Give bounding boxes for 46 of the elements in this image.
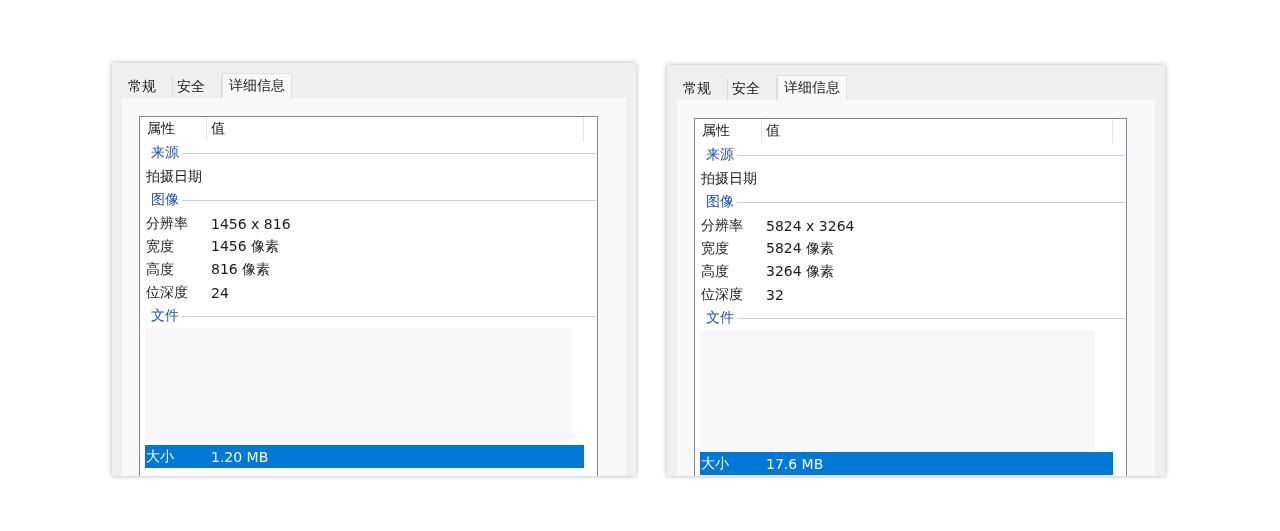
- property-name: 宽度: [700, 239, 730, 258]
- property-name: 分辨率: [145, 214, 189, 233]
- column-header[interactable]: 值: [762, 119, 1113, 143]
- column-header[interactable]: 值: [207, 117, 584, 141]
- property-name: 位深度: [700, 285, 744, 304]
- property-value: 1.20 MB: [211, 448, 269, 465]
- property-value: 5824 x 3264: [766, 217, 855, 234]
- property-value: 17.6 MB: [766, 455, 824, 472]
- property-name: 位深度: [145, 283, 189, 302]
- property-row[interactable]: 高度 816 像素: [145, 258, 584, 281]
- property-name: 高度: [145, 260, 175, 279]
- column-header[interactable]: 属性: [700, 119, 762, 143]
- property-row[interactable]: 高度 3264 像素: [700, 260, 1113, 283]
- group-header: 图像: [706, 193, 734, 211]
- property-row[interactable]: 位深度 24: [145, 281, 584, 304]
- property-row[interactable]: 拍摄日期: [700, 167, 1113, 190]
- property-value: 1456 像素: [211, 237, 280, 256]
- property-name: 大小: [145, 447, 175, 466]
- property-name: 拍摄日期: [700, 169, 758, 188]
- property-value: 32: [766, 286, 784, 303]
- tab[interactable]: 详细信息: [222, 73, 292, 98]
- property-name: 宽度: [145, 237, 175, 256]
- property-name: 大小: [700, 454, 730, 473]
- property-value: 5824 像素: [766, 239, 835, 258]
- property-name: 拍摄日期: [145, 167, 203, 186]
- property-value: 3264 像素: [766, 262, 835, 281]
- property-name: 分辨率: [700, 216, 744, 235]
- property-name: 高度: [700, 262, 730, 281]
- property-row[interactable]: 分辨率 1456 x 816: [145, 212, 584, 235]
- group-header: 文件: [706, 309, 734, 327]
- property-value: 816 像素: [211, 260, 271, 279]
- property-row[interactable]: 宽度 1456 像素: [145, 235, 584, 258]
- column-header[interactable]: 属性: [145, 117, 207, 141]
- property-row[interactable]: 宽度 5824 像素: [700, 237, 1113, 260]
- property-row[interactable]: 大小 17.6 MB: [700, 452, 1113, 475]
- group-header: 来源: [151, 144, 179, 162]
- group-header: 图像: [151, 191, 179, 209]
- tab[interactable]: 详细信息: [777, 75, 847, 100]
- group-header: 来源: [706, 146, 734, 164]
- property-value: 1456 x 816: [211, 215, 291, 232]
- property-row[interactable]: 大小 1.20 MB: [145, 445, 584, 468]
- property-row[interactable]: 分辨率 5824 x 3264: [700, 214, 1113, 237]
- property-row[interactable]: 位深度 32: [700, 283, 1113, 306]
- property-value: 24: [211, 284, 229, 301]
- group-header: 文件: [151, 307, 179, 325]
- property-row[interactable]: 拍摄日期: [145, 165, 584, 188]
